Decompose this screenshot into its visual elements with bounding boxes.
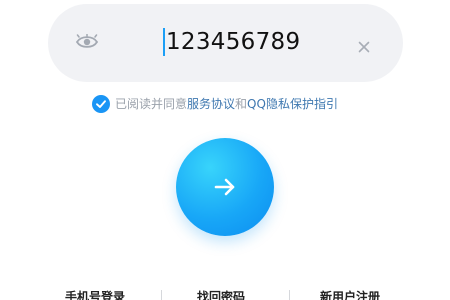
agreement-prefix: 已阅读并同意: [115, 97, 188, 111]
arrow-right-icon: [214, 178, 235, 196]
find-password-link[interactable]: 找回密码: [197, 286, 245, 300]
register-link[interactable]: 新用户注册: [320, 286, 380, 300]
close-icon[interactable]: [358, 38, 370, 53]
password-value[interactable]: 123456789: [166, 27, 300, 57]
service-agreement-link[interactable]: 服务协议: [187, 97, 235, 111]
eye-icon[interactable]: [75, 33, 99, 50]
agreement-text: 已阅读并同意服务协议和QQ隐私保护指引: [115, 94, 338, 114]
divider: [289, 290, 290, 300]
divider: [161, 290, 162, 300]
login-button[interactable]: [176, 138, 274, 236]
agreement-checkbox[interactable]: [92, 95, 110, 113]
login-screen: 123456789 已阅读并同意服务协议和QQ隐私保护指引 手机号登录 找回密码…: [0, 0, 450, 300]
text-cursor: [163, 28, 165, 56]
phone-login-link[interactable]: 手机号登录: [65, 286, 125, 300]
agreement-conjunction: 和: [235, 97, 248, 111]
privacy-guide-link[interactable]: QQ隐私保护指引: [247, 97, 338, 111]
checkmark-icon: [96, 100, 106, 108]
